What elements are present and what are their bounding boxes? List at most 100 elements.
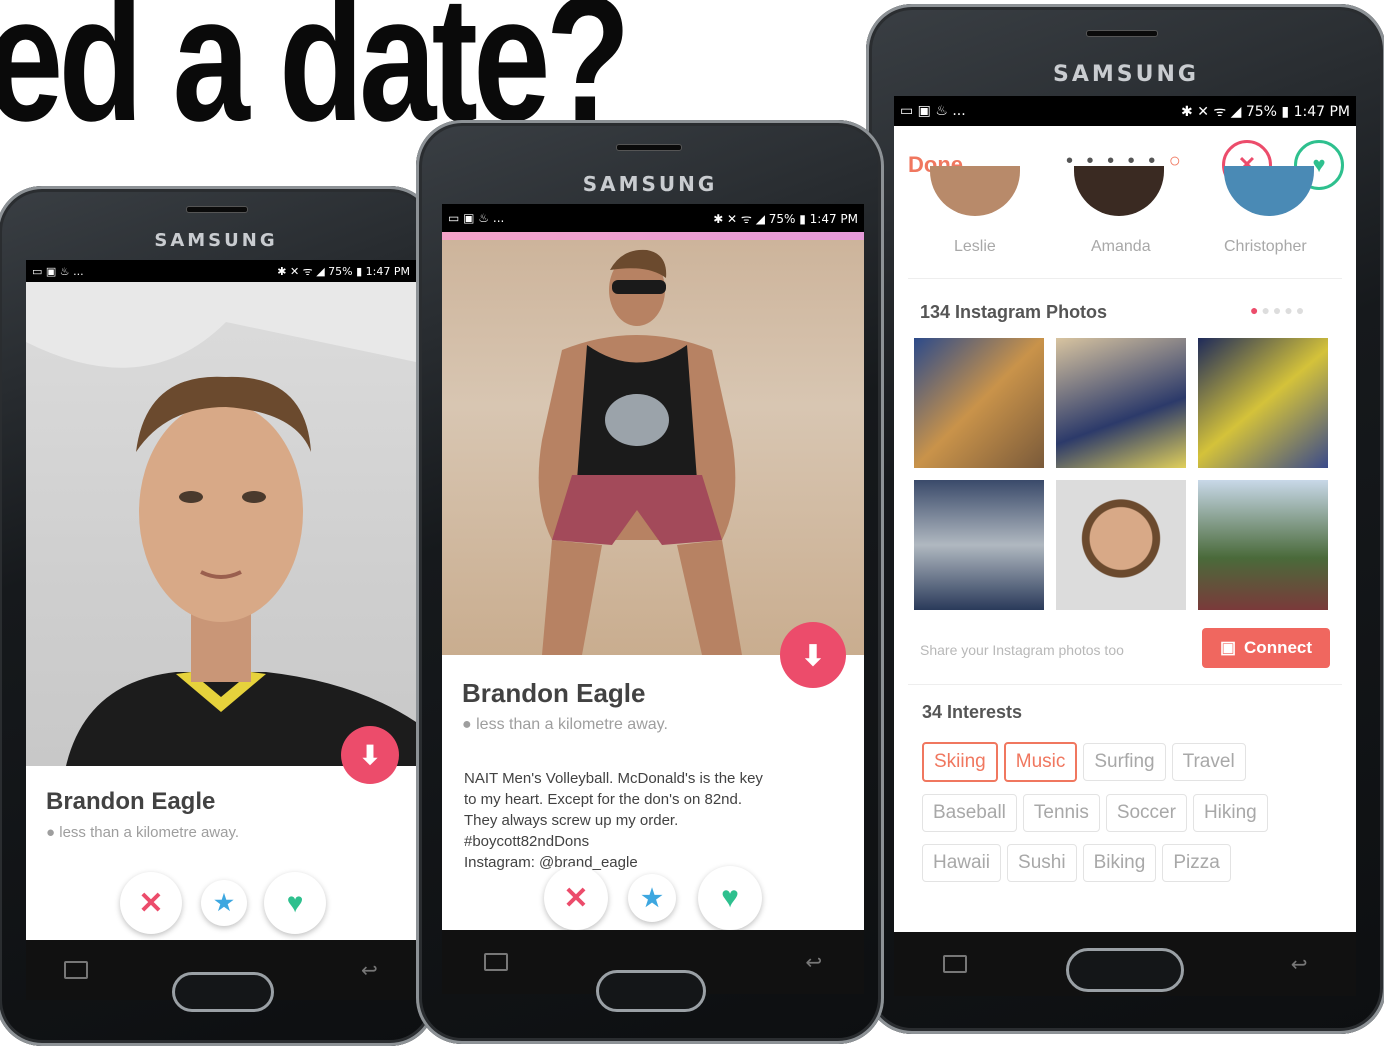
status-bar: ▭ ▣ ♨ ... ✱ ✕ ᯤ ◢ 75% ▮ 1:47 PM	[442, 204, 864, 232]
recent-apps-icon[interactable]	[483, 953, 508, 971]
friend-name: Amanda	[1091, 238, 1151, 255]
instagram-photo[interactable]	[914, 480, 1044, 610]
instagram-photo[interactable]	[1198, 338, 1328, 468]
bio-line: to my heart. Except for the don's on 82n…	[464, 791, 743, 808]
phone-right: SAMSUNG ▭ ▣ ♨ ... ✱ ✕ ᯤ ◢ 75% ▮ 1:47 PM …	[866, 4, 1384, 1034]
interest-chip[interactable]: Skiing	[922, 742, 998, 782]
status-right: ✱ ✕ ᯤ ◢ 75% ▮ 1:47 PM	[713, 211, 858, 226]
instagram-title: 134 Instagram Photos	[920, 302, 1108, 322]
status-left: ▭ ▣ ♨ ...	[32, 264, 84, 278]
instagram-photo[interactable]	[1056, 338, 1186, 468]
instagram-photo[interactable]	[914, 338, 1044, 468]
bio-line: NAIT Men's Volleyball. McDonald's is the…	[464, 770, 763, 787]
instagram-photo[interactable]	[1198, 480, 1328, 610]
phone-middle: SAMSUNG ▭ ▣ ♨ ... ✱ ✕ ᯤ ◢ 75% ▮ 1:47 PM …	[416, 120, 884, 1044]
recent-apps-icon[interactable]	[64, 961, 89, 979]
interests-title: 34 Interests	[922, 702, 1023, 722]
connect-label: Connect	[1244, 638, 1313, 657]
info-button[interactable]: ⬇	[780, 622, 846, 688]
interest-chip[interactable]: Surfing	[1083, 743, 1166, 781]
interest-chip[interactable]: Sushi	[1007, 844, 1077, 882]
heart-icon: ♥	[721, 881, 739, 914]
nope-button[interactable]: ✕	[120, 872, 182, 934]
phone-left: SAMSUNG ▭ ▣ ♨ ... ✱ ✕ ᯤ ◢ 75% ▮ 1:47 PM …	[0, 186, 436, 1046]
phone-brand: SAMSUNG	[154, 230, 278, 251]
profile-name: Brandon Eagle	[462, 678, 646, 708]
profile-photo[interactable]	[442, 240, 864, 655]
status-left: ▭ ▣ ♨ ...	[900, 103, 966, 119]
interest-chip[interactable]: Soccer	[1105, 794, 1187, 832]
status-left: ▭ ▣ ♨ ...	[448, 211, 505, 225]
home-button[interactable]	[172, 972, 274, 1012]
super-like-button[interactable]: ★	[628, 874, 676, 922]
arrow-down-icon: ⬇	[801, 639, 825, 671]
heart-icon: ♥	[286, 887, 304, 918]
interest-chip[interactable]: Hawaii	[922, 844, 1002, 882]
instagram-grid	[914, 338, 1328, 610]
profile-distance: ● less than a kilometre away.	[46, 824, 239, 841]
divider	[908, 278, 1342, 279]
screen-left: ▭ ▣ ♨ ... ✱ ✕ ᯤ ◢ 75% ▮ 1:47 PM ⬇ Brando…	[26, 260, 416, 1000]
info-button[interactable]: ⬇	[341, 726, 399, 784]
interest-chip[interactable]: Music	[1003, 742, 1078, 782]
profile-name: Brandon Eagle	[46, 788, 216, 815]
x-icon: ✕	[138, 886, 164, 920]
instagram-icon: ▣	[1219, 638, 1237, 657]
status-right: ✱ ✕ ᯤ ◢ 75% ▮ 1:47 PM	[277, 264, 410, 278]
interests-list: Skiing Music Surfing Travel Baseball Tennis So…	[922, 742, 1332, 894]
interest-chip[interactable]: Pizza	[1162, 844, 1231, 882]
friend-avatar[interactable]	[1074, 166, 1164, 216]
earpiece	[186, 206, 248, 213]
earpiece	[616, 144, 682, 151]
x-icon: ✕	[563, 881, 589, 915]
profile-distance: ● less than a kilometre away.	[462, 716, 668, 734]
profile-bio: NAIT Men's Volleyball. McDonald's is the…	[464, 768, 763, 873]
interest-chip[interactable]: Hiking	[1192, 794, 1268, 832]
status-bar: ▭ ▣ ♨ ... ✱ ✕ ᯤ ◢ 75% ▮ 1:47 PM	[26, 260, 416, 282]
interest-chip[interactable]: Baseball	[922, 794, 1017, 832]
super-like-button[interactable]: ★	[201, 880, 247, 926]
back-icon[interactable]: ↩	[805, 950, 822, 975]
like-button[interactable]: ♥	[698, 866, 762, 930]
earpiece	[1086, 30, 1158, 37]
heart-icon: ♥	[1312, 152, 1326, 177]
home-button[interactable]	[596, 970, 706, 1012]
location-pin-icon: ●	[46, 824, 56, 841]
interest-chip[interactable]: Travel	[1171, 743, 1246, 781]
mutual-friends: Leslie Amanda Christopher	[894, 166, 1356, 266]
share-text: Share your Instagram photos too	[920, 642, 1124, 658]
top-gradient-bar	[442, 232, 864, 240]
friend-name: Christopher	[1224, 238, 1307, 255]
back-icon[interactable]: ↩	[1291, 952, 1308, 977]
friend-avatar[interactable]	[930, 166, 1020, 216]
status-right: ✱ ✕ ᯤ ◢ 75% ▮ 1:47 PM	[1181, 103, 1350, 120]
friend-avatar[interactable]	[1224, 166, 1314, 216]
star-icon: ★	[214, 890, 234, 915]
distance-label: less than a kilometre away.	[59, 824, 240, 841]
interest-chip[interactable]: Biking	[1082, 844, 1157, 882]
connect-button[interactable]: ▣ Connect	[1202, 628, 1330, 668]
screen-middle: ▭ ▣ ♨ ... ✱ ✕ ᯤ ◢ 75% ▮ 1:47 PM ⬇ Brando…	[442, 204, 864, 994]
carousel-dots: ●●●●●	[1250, 302, 1308, 318]
screen-right: ▭ ▣ ♨ ... ✱ ✕ ᯤ ◢ 75% ▮ 1:47 PM Done • •…	[894, 96, 1356, 996]
nope-button[interactable]: ✕	[544, 866, 608, 930]
divider	[908, 684, 1342, 685]
bio-line: #boycott82ndDons	[464, 833, 590, 850]
bio-line: They always screw up my order.	[464, 812, 679, 829]
phone-brand: SAMSUNG	[1053, 62, 1199, 87]
home-button[interactable]	[1066, 948, 1184, 992]
star-icon: ★	[641, 884, 663, 912]
person-portrait	[26, 282, 416, 766]
distance-label: less than a kilometre away.	[476, 716, 668, 733]
back-icon[interactable]: ↩	[361, 958, 378, 983]
profile-photo[interactable]	[26, 282, 416, 766]
like-button[interactable]: ♥	[264, 872, 326, 934]
friend-name: Leslie	[954, 238, 996, 255]
recent-apps-icon[interactable]	[942, 955, 967, 973]
instagram-photo[interactable]	[1056, 480, 1186, 610]
arrow-down-icon: ⬇	[359, 739, 381, 770]
person-volleyball	[538, 249, 742, 655]
status-bar: ▭ ▣ ♨ ... ✱ ✕ ᯤ ◢ 75% ▮ 1:47 PM	[894, 96, 1356, 126]
phone-brand: SAMSUNG	[582, 172, 718, 196]
interest-chip[interactable]: Tennis	[1022, 794, 1100, 832]
